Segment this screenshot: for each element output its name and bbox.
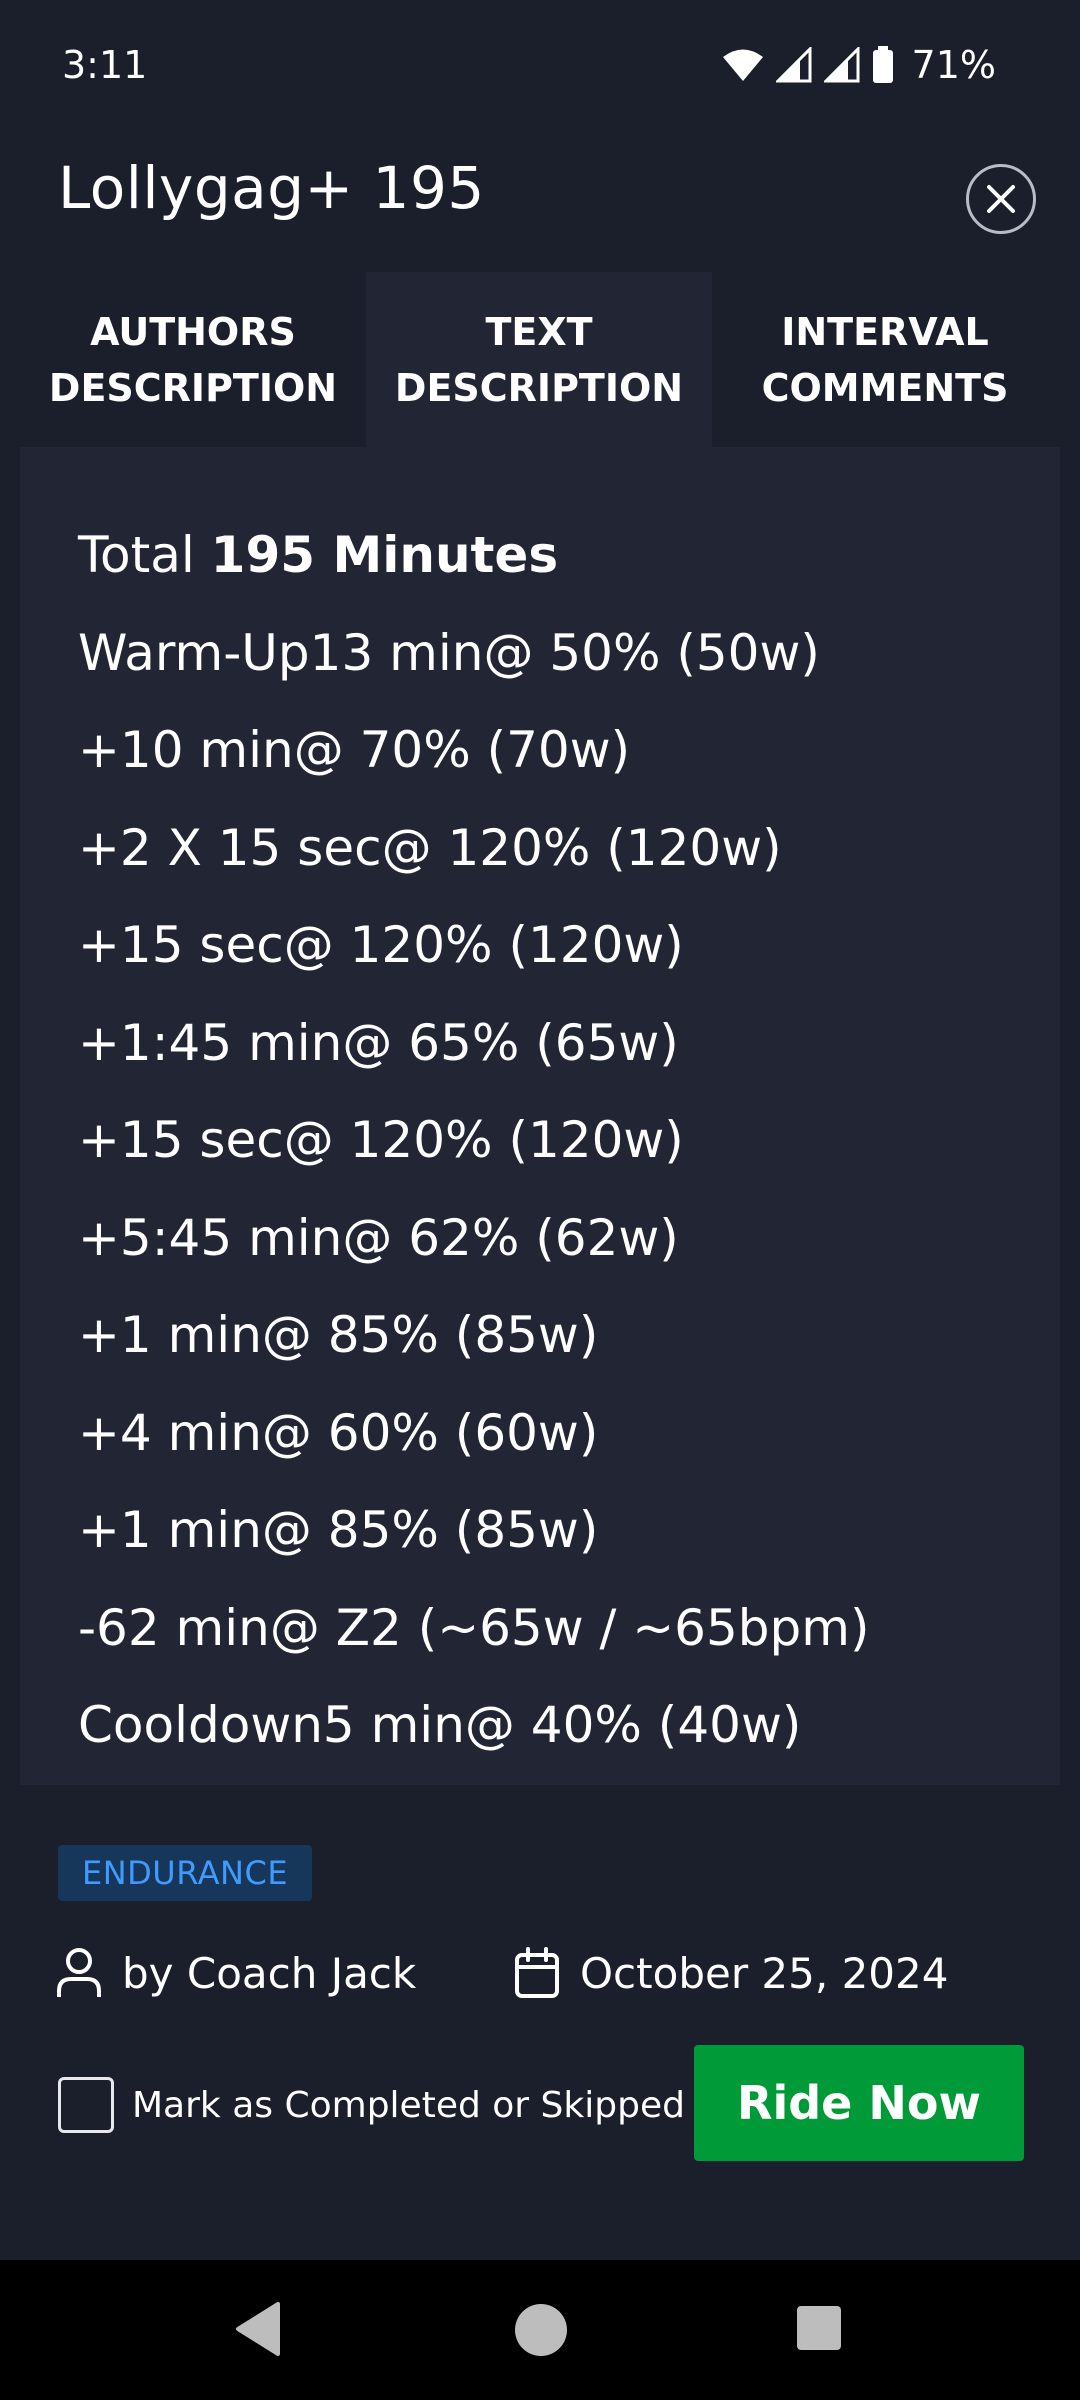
- calendar-icon: [515, 1947, 559, 1998]
- close-icon: [987, 185, 1015, 213]
- back-icon[interactable]: [232, 2300, 282, 2358]
- signal-icon: [775, 47, 812, 83]
- interval-line: +4 min@ 60% (60w): [78, 1403, 599, 1462]
- interval-line: +5:45 min@ 62% (62w): [78, 1208, 679, 1267]
- battery-percent: 71%: [911, 43, 996, 87]
- workout-footer: ENDURANCE by Coach Jack October 25, 2024…: [0, 1785, 1080, 2260]
- date-meta: October 25, 2024: [514, 1943, 948, 2003]
- recent-apps-icon[interactable]: [796, 2305, 842, 2351]
- total-line: Total 195 Minutes: [78, 507, 1060, 605]
- mark-complete-checkbox[interactable]: [58, 2077, 114, 2133]
- mark-complete-label[interactable]: Mark as Completed or Skipped: [132, 2085, 685, 2126]
- interval-line: +1 min@ 85% (85w): [78, 1306, 599, 1364]
- interval-line: +1 min@ 85% (85w): [78, 1501, 599, 1559]
- interval-line: Warm-Up13 min@ 50% (50w): [78, 623, 820, 682]
- interval-line: +2 X 15 sec@ 120% (120w): [78, 818, 782, 877]
- tab-authors-description[interactable]: AUTHORS DESCRIPTION: [20, 272, 366, 447]
- home-icon[interactable]: [513, 2302, 569, 2358]
- ride-now-button[interactable]: Ride Now: [694, 2045, 1024, 2161]
- signal-icon-2: [823, 47, 860, 83]
- category-badge: ENDURANCE: [58, 1845, 313, 1901]
- battery-icon: [872, 46, 893, 83]
- person-icon: [57, 1948, 101, 1997]
- close-button[interactable]: [966, 164, 1036, 234]
- author-name: by Coach Jack: [122, 1948, 417, 1998]
- mark-complete-row: Mark as Completed or Skipped: [58, 2075, 685, 2135]
- tab-bar: AUTHORS DESCRIPTION TEXT DESCRIPTION INT…: [20, 272, 1060, 447]
- tab-interval-comments[interactable]: INTERVAL COMMENTS: [712, 272, 1058, 447]
- interval-line: -62 min@ Z2 (~65w / ~65bpm): [78, 1598, 870, 1657]
- interval-line: Cooldown5 min@ 40% (40w): [78, 1696, 802, 1754]
- status-time: 3:11: [62, 43, 148, 87]
- status-bar: 3:11 71%: [0, 0, 1080, 130]
- page-title: Lollygag+ 195: [58, 154, 485, 222]
- text-description-panel: Total 195 Minutes Warm-Up13 min@ 50% (50…: [20, 447, 1060, 1785]
- author-meta: by Coach Jack: [56, 1943, 416, 2003]
- tab-text-description[interactable]: TEXT DESCRIPTION: [366, 272, 712, 447]
- system-nav-bar: [0, 2260, 1080, 2400]
- wifi-icon: [722, 49, 763, 81]
- status-icons: 71%: [722, 43, 996, 87]
- total-value: 195 Minutes: [210, 526, 559, 584]
- interval-line: +10 min@ 70% (70w): [78, 721, 631, 779]
- header: Lollygag+ 195: [0, 140, 1080, 260]
- interval-line: +1:45 min@ 65% (65w): [78, 1013, 679, 1072]
- workout-date: October 25, 2024: [580, 1948, 949, 1998]
- interval-line: +15 sec@ 120% (120w): [78, 916, 684, 974]
- total-prefix: Total: [78, 526, 211, 584]
- interval-line: +15 sec@ 120% (120w): [78, 1111, 684, 1169]
